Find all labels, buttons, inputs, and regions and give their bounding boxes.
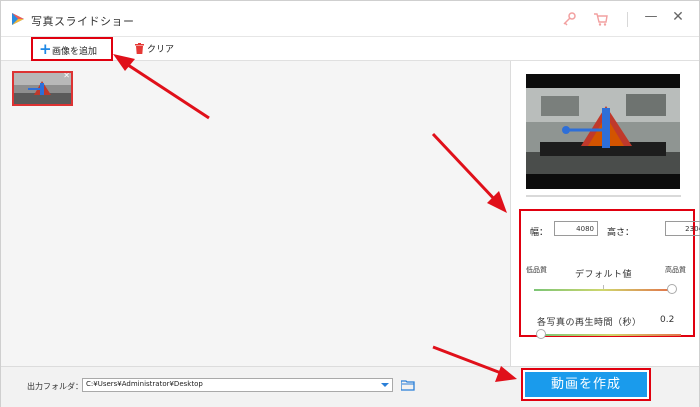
key-icon[interactable] [561, 11, 577, 27]
bottom-bar: 出力フォルダ： C:¥Users¥Administrator¥Desktop 動… [1, 366, 699, 407]
titlebar-divider [627, 12, 628, 27]
plus-icon: + [39, 40, 52, 58]
height-label: 高さ： [607, 228, 635, 238]
duration-label: 各写真の再生時間（秒） [537, 318, 642, 328]
width-label: 幅： [530, 228, 549, 238]
image-thumbnail[interactable]: ✕ [12, 71, 73, 106]
preview-image [526, 74, 680, 189]
clear-label: クリア [147, 45, 175, 55]
toolbar: + 画像を追加 クリア [1, 37, 699, 61]
width-input[interactable]: 4080 [554, 221, 598, 236]
add-image-button[interactable]: + 画像を追加 [31, 37, 113, 61]
high-quality-label: 高品質 [665, 266, 686, 274]
quality-slider-handle[interactable] [667, 284, 677, 294]
output-folder-select[interactable]: C:¥Users¥Administrator¥Desktop [82, 378, 393, 392]
close-icon[interactable]: ✕ [671, 9, 685, 27]
output-settings-box: 幅： 4080 高さ： 2304 低品質 デフォルト値 高品質 各写真の再生時間… [519, 209, 700, 339]
preview-area [526, 74, 680, 189]
app-logo-icon [12, 13, 24, 25]
window-title: 写真スライドショー [31, 15, 135, 28]
thumbnail-remove-icon[interactable]: ✕ [63, 73, 70, 80]
height-input[interactable]: 2304 [665, 221, 700, 236]
output-folder-label: 出力フォルダ： [27, 382, 83, 391]
title-bar: 写真スライドショー — ✕ [1, 1, 699, 37]
create-video-button[interactable]: 動画を作成 [525, 372, 647, 397]
output-path-value: C:¥Users¥Administrator¥Desktop [86, 380, 203, 388]
minimize-icon[interactable]: — [644, 9, 658, 27]
folder-icon[interactable] [401, 379, 415, 391]
settings-panel: 幅： 4080 高さ： 2304 低品質 デフォルト値 高品質 各写真の再生時間… [512, 61, 700, 366]
duration-slider-track[interactable] [541, 334, 681, 336]
default-value-label: デフォルト値 [575, 270, 633, 280]
preview-progress-bar[interactable] [526, 195, 681, 197]
quality-slider-track[interactable] [534, 289, 672, 291]
create-video-highlight: 動画を作成 [521, 368, 651, 401]
dropdown-arrow-icon[interactable] [379, 379, 391, 391]
cart-icon[interactable] [593, 11, 609, 27]
low-quality-label: 低品質 [526, 266, 547, 274]
duration-value: 0.2 [660, 315, 675, 325]
image-list-panel: ✕ [1, 61, 511, 366]
duration-slider-handle[interactable] [536, 329, 546, 339]
app-window: 写真スライドショー — ✕ + 画像を追加 クリア ✕ 幅： 4080 高さ： … [0, 0, 700, 407]
quality-default-mark [603, 285, 604, 289]
trash-icon [135, 43, 144, 54]
add-image-label: 画像を追加 [52, 47, 98, 57]
